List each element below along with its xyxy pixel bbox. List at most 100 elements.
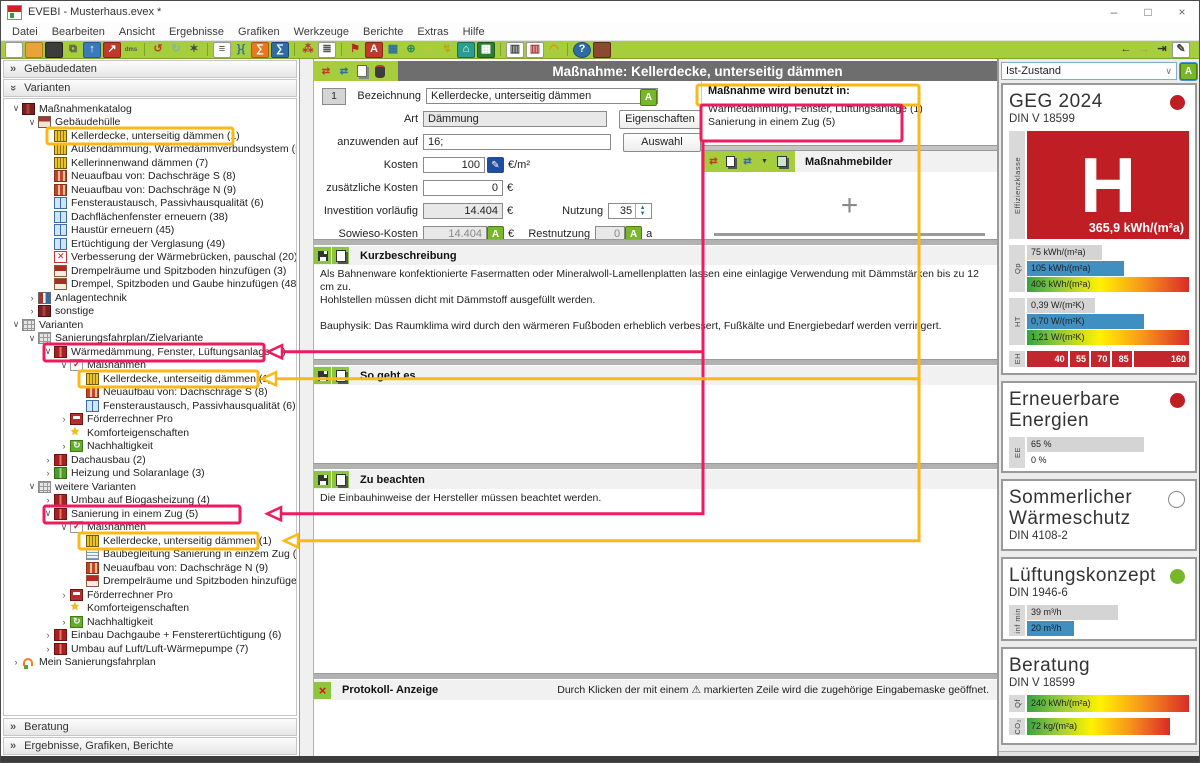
tree-item[interactable]: ›sonstige: [4, 305, 296, 319]
expander-closed-icon[interactable]: ›: [26, 306, 38, 316]
tree-item[interactable]: Drempelräume und Spitzboden hinzufügen (…: [4, 264, 296, 278]
tree-item[interactable]: Fensteraustausch, Passivhausqualität (6): [4, 197, 296, 211]
a-box-icon[interactable]: A: [365, 42, 383, 58]
tree-item[interactable]: ›Umbau auf Luft/Luft-Wärmepumpe (7): [4, 642, 296, 656]
tree-item[interactable]: Neuaufbau von: Dachschräge S (8): [4, 386, 296, 400]
bilder-area[interactable]: +: [702, 172, 997, 239]
tree-item[interactable]: Ertüchtigung der Verglasung (49): [4, 237, 296, 251]
tree-item[interactable]: Verbesserung der Wärmebrücken, pauschal …: [4, 251, 296, 265]
sum-blue-icon[interactable]: ∑: [271, 42, 289, 58]
expander-closed-icon[interactable]: ›: [58, 590, 70, 600]
copy-text-icon[interactable]: [332, 247, 349, 264]
edit-protocol-icon[interactable]: ✎: [1172, 42, 1190, 58]
bezeichnung-input[interactable]: Kellerdecke, unterseitig dämmen A: [426, 88, 658, 104]
tree-item[interactable]: Neuaufbau von: Dachschräge N (9): [4, 183, 296, 197]
wizard-icon[interactable]: ✶: [186, 43, 202, 57]
ht-icon[interactable]: }{: [233, 43, 249, 57]
calc-warning-icon[interactable]: ▥: [526, 42, 544, 58]
expander-open-icon[interactable]: ∨: [58, 522, 70, 533]
expander-open-icon[interactable]: ∨: [26, 333, 38, 344]
tree-item[interactable]: Kellerdecke, unterseitig dämmen (1): [4, 129, 296, 143]
edit-pencil-icon[interactable]: ✎: [487, 157, 504, 173]
tree-item[interactable]: Baubegleitung Sanierung in einzem Zug (4…: [4, 548, 296, 562]
tree-item[interactable]: Drempelräume und Spitzboden hinzufügen (…: [4, 575, 296, 589]
tree-item[interactable]: ›Förderrechner Pro: [4, 413, 296, 427]
save-icon[interactable]: [314, 367, 331, 384]
expander-closed-icon[interactable]: ›: [26, 293, 38, 303]
menu-item-ergebnisse[interactable]: Ergebnisse: [162, 26, 231, 38]
tree-item[interactable]: ∨Wärmedämmung, Fenster, Lüftungsanlage (…: [4, 345, 296, 359]
undo-icon[interactable]: ↺: [150, 43, 166, 57]
spinner-icon[interactable]: ▲▼: [635, 203, 649, 219]
zubeachten-text[interactable]: Die Einbauhinweise der Hersteller müssen…: [314, 489, 997, 673]
copy-text-icon[interactable]: [332, 471, 349, 488]
calc-report-icon[interactable]: ▥: [506, 42, 524, 58]
zusatzkosten-input[interactable]: 0: [423, 180, 503, 196]
add-image-plus[interactable]: +: [841, 194, 859, 218]
help-icon[interactable]: ?: [573, 42, 591, 58]
remove-measure-icon[interactable]: ⇄: [336, 64, 352, 78]
tree-item[interactable]: ›Nachhaltigkeit: [4, 615, 296, 629]
used-in-item[interactable]: Sanierung in einem Zug (5): [708, 116, 991, 129]
expander-closed-icon[interactable]: ›: [58, 441, 70, 451]
panel-header-gebaeudedaten[interactable]: » Gebäudedaten: [3, 60, 297, 78]
tree-item[interactable]: ›Förderrechner Pro: [4, 588, 296, 602]
tree-item[interactable]: ›Einbau Dachgaube + Fensterertüchtigung …: [4, 629, 296, 643]
expander-closed-icon[interactable]: ›: [42, 455, 54, 465]
expander-open-icon[interactable]: ∨: [58, 360, 70, 371]
remove-image-icon[interactable]: ⇄: [740, 155, 755, 168]
copy-icon[interactable]: ⧉: [65, 43, 81, 57]
menu-item-hilfe[interactable]: Hilfe: [456, 26, 492, 38]
tree-item[interactable]: Neuaufbau von: Dachschräge S (8): [4, 170, 296, 184]
expander-open-icon[interactable]: ∨: [26, 481, 38, 492]
copy-measure-icon[interactable]: [354, 64, 370, 78]
expander-closed-icon[interactable]: ›: [42, 468, 54, 478]
forward-arrow-icon[interactable]: →: [1136, 43, 1152, 57]
expander-closed-icon[interactable]: ›: [10, 657, 22, 667]
save-icon[interactable]: [314, 471, 331, 488]
sum-orange-icon[interactable]: ∑: [251, 42, 269, 58]
menu-item-bearbeiten[interactable]: Bearbeiten: [45, 26, 112, 38]
menu-item-werkzeuge[interactable]: Werkzeuge: [287, 26, 356, 38]
tree-item[interactable]: Kellerdecke, unterseitig dämmen (1): [4, 372, 296, 386]
expander-open-icon[interactable]: ∨: [42, 346, 54, 357]
tree-item[interactable]: Drempel, Spitzboden und Gaube hinzufügen…: [4, 278, 296, 292]
expander-open-icon[interactable]: ∨: [42, 508, 54, 519]
tree-item[interactable]: Kellerdecke, unterseitig dämmen (1): [4, 534, 296, 548]
expander-open-icon[interactable]: ∨: [10, 319, 22, 330]
tree-item[interactable]: ∨Gebäudehülle: [4, 116, 296, 130]
minimize-button[interactable]: –: [1097, 1, 1131, 23]
tree-item[interactable]: ∨Varianten: [4, 318, 296, 332]
tree-item[interactable]: ›Nachhaltigkeit: [4, 440, 296, 454]
panel-header-varianten[interactable]: » Varianten: [3, 79, 297, 97]
menu-item-grafiken[interactable]: Grafiken: [231, 26, 287, 38]
auswahl-button[interactable]: Auswahl: [623, 133, 701, 152]
database-icon[interactable]: [372, 64, 388, 78]
tree-item[interactable]: ›Umbau auf Biogasheizung (4): [4, 494, 296, 508]
tree-item[interactable]: Kellerinnenwand dämmen (7): [4, 156, 296, 170]
protokoll-close-icon[interactable]: ×: [314, 682, 331, 699]
tree-item[interactable]: ∨Sanierung in einem Zug (5): [4, 507, 296, 521]
panel-header-ergebnisse[interactable]: » Ergebnisse, Grafiken, Berichte: [3, 737, 297, 755]
goto-icon[interactable]: ⇥: [1154, 43, 1170, 57]
protocol-list-icon[interactable]: ≣: [318, 42, 336, 58]
kurzbeschreibung-text[interactable]: Als Bahnenware konfektionierte Fasermatt…: [314, 265, 997, 359]
close-button[interactable]: ×: [1165, 1, 1199, 23]
tree-item[interactable]: ›Dachausbau (2): [4, 453, 296, 467]
import-icon[interactable]: ↑: [83, 42, 101, 58]
tree-item[interactable]: ∨Sanierungsfahrplan/Zielvariante: [4, 332, 296, 346]
tree-item[interactable]: Neuaufbau von: Dachschräge N (9): [4, 561, 296, 575]
report-icon[interactable]: ≡: [213, 42, 231, 58]
energy-icon[interactable]: ↯: [439, 43, 455, 57]
eigenschaften-button[interactable]: Eigenschaften: [619, 110, 701, 129]
tree-item[interactable]: Komforteigenschaften: [4, 426, 296, 440]
used-in-item[interactable]: Wärmedämmung, Fenster, Lüftungsanlage (1…: [708, 103, 991, 116]
tree-item[interactable]: ›Anlagentechnik: [4, 291, 296, 305]
paste-image-icon[interactable]: [723, 155, 738, 168]
export-icon[interactable]: ↗: [103, 42, 121, 58]
add-measure-icon[interactable]: ⇄: [318, 64, 334, 78]
bilder-scrollbar[interactable]: [714, 233, 985, 236]
globe-icon[interactable]: ⊕: [403, 43, 419, 57]
menu-item-extras[interactable]: Extras: [410, 26, 455, 38]
panel-header-beratung[interactable]: » Beratung: [3, 718, 297, 736]
